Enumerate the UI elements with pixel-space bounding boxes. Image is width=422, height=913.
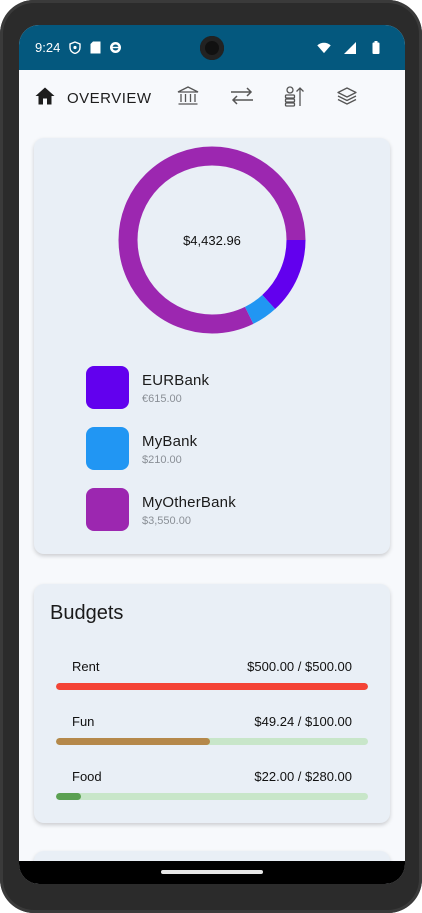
account-item-myotherbank[interactable]: MyOtherBank $3,550.00 — [86, 488, 346, 532]
vpn-shield-icon — [68, 41, 82, 55]
budget-progress-fill — [56, 738, 210, 745]
tab-budgets[interactable] — [283, 84, 305, 112]
account-item-mybank[interactable]: MyBank $210.00 — [86, 427, 346, 471]
signal-icon — [343, 41, 357, 55]
budget-progress-fill — [56, 683, 368, 690]
status-right-group — [317, 41, 389, 55]
account-balance: €615.00 — [142, 393, 182, 405]
layers-icon — [337, 86, 357, 110]
budget-name: Food — [72, 769, 102, 784]
transfer-icon — [229, 86, 255, 111]
account-name: EURBank — [142, 372, 210, 389]
budget-progress-track — [56, 683, 368, 690]
sync-icon — [108, 41, 122, 55]
budget-progress-track — [56, 738, 368, 745]
system-navigation-bar — [19, 861, 405, 884]
account-color-swatch — [86, 366, 129, 409]
battery-icon — [369, 41, 383, 55]
budget-name: Fun — [72, 714, 95, 729]
tab-transactions[interactable] — [229, 84, 255, 112]
budget-item-fun[interactable]: Fun $49.24 / $100.00 — [56, 714, 368, 754]
account-name: MyOtherBank — [142, 494, 236, 511]
account-item-eurbank[interactable]: EURBank €615.00 — [86, 366, 346, 410]
bank-icon — [177, 85, 199, 111]
top-navigation: OVERVIEW — [19, 70, 405, 134]
status-time: 9:24 — [35, 40, 61, 55]
accounts-card[interactable]: $4,432.96 EURBank €615.00 MyBank $210.00… — [34, 138, 390, 554]
sd-card-icon — [88, 41, 102, 55]
account-name: MyBank — [142, 433, 198, 450]
home-gesture-handle[interactable] — [161, 870, 263, 874]
budget-amount: $500.00 / $500.00 — [247, 659, 352, 674]
account-color-swatch — [86, 427, 129, 470]
front-camera — [200, 36, 224, 60]
budget-amount: $22.00 / $280.00 — [254, 769, 352, 784]
tab-categories[interactable] — [337, 84, 357, 112]
tab-overview-label: OVERVIEW — [67, 89, 152, 107]
budget-name: Rent — [72, 659, 100, 674]
account-color-swatch — [86, 488, 129, 531]
budget-progress-fill — [56, 793, 81, 800]
budgets-card[interactable]: Budgets Rent $500.00 / $500.00 Fun $49.2… — [34, 584, 390, 823]
budget-amount: $49.24 / $100.00 — [254, 714, 352, 729]
app-screen: 9:24 OVERVIEW $4,432.96 EURBank €615.00 … — [19, 25, 405, 884]
budget-item-rent[interactable]: Rent $500.00 / $500.00 — [56, 659, 368, 699]
budget-item-food[interactable]: Food $22.00 / $280.00 — [56, 769, 368, 809]
tab-overview[interactable]: OVERVIEW — [35, 84, 152, 112]
tab-accounts[interactable] — [177, 84, 199, 112]
budget-icon — [283, 85, 305, 112]
account-balance: $3,550.00 — [142, 515, 191, 527]
account-balance: $210.00 — [142, 454, 182, 466]
budgets-title: Budgets — [50, 602, 124, 624]
wifi-icon — [317, 41, 331, 55]
home-icon — [35, 87, 55, 110]
budget-progress-track — [56, 793, 368, 800]
accounts-donut-chart: $4,432.96 — [114, 142, 310, 338]
accounts-total: $4,432.96 — [183, 232, 241, 248]
